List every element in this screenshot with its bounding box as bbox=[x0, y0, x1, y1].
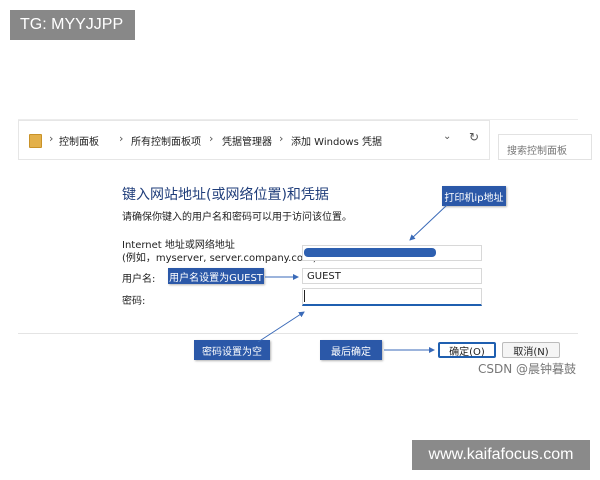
csdn-watermark: CSDN @晨钟暮鼓 bbox=[478, 362, 577, 376]
bottom-watermark-tag: www.kaifafocus.com bbox=[412, 440, 590, 470]
arrow-to-password bbox=[257, 311, 305, 343]
cancel-button[interactable]: 取消(N) bbox=[502, 342, 560, 358]
annotation-arrows bbox=[257, 204, 448, 353]
ok-button[interactable]: 确定(O) bbox=[438, 342, 496, 358]
arrow-to-address bbox=[409, 204, 448, 241]
